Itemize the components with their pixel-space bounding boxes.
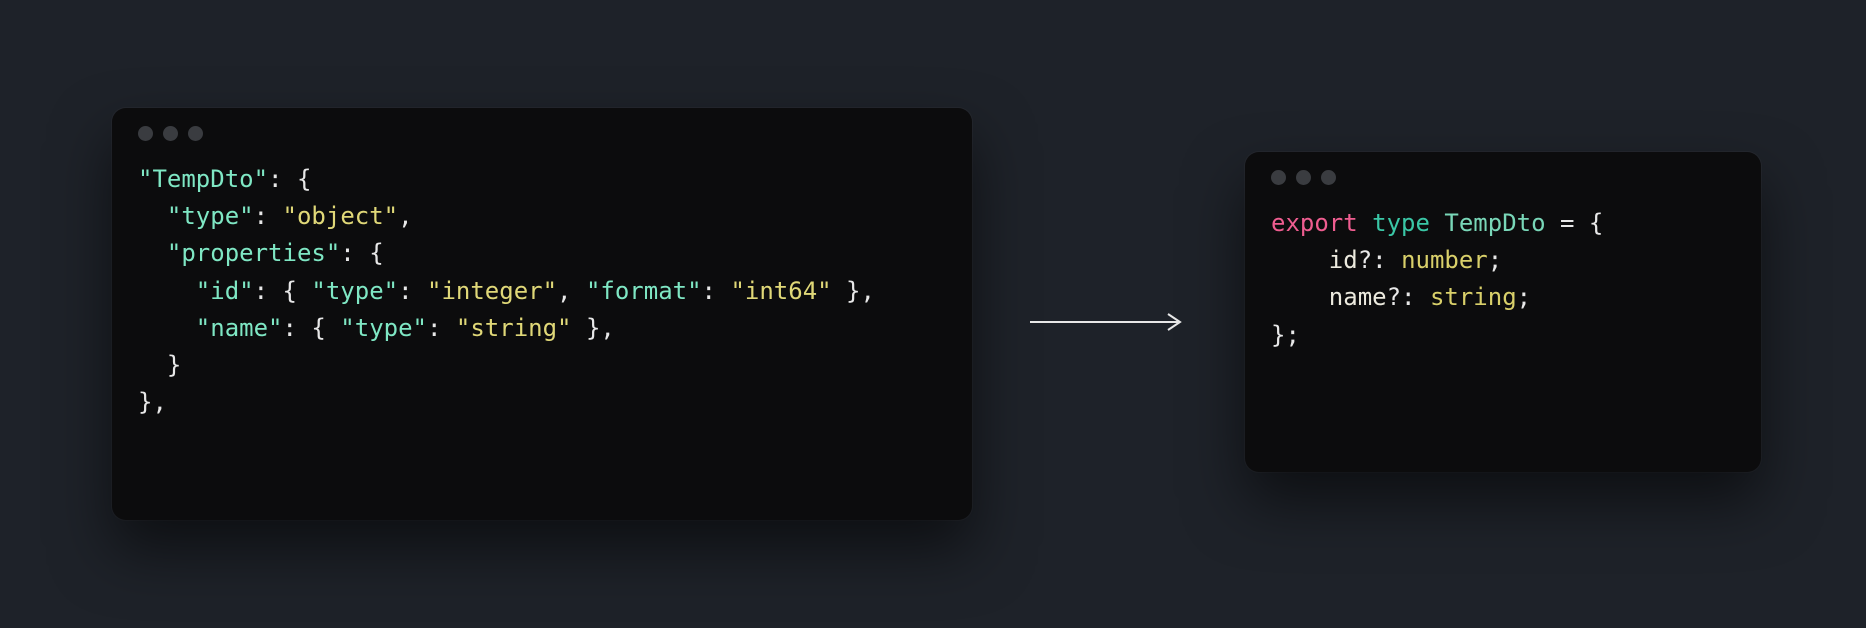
code-window-json: "TempDto": { "type": "object", "properti… xyxy=(112,108,972,520)
code-token xyxy=(138,202,167,230)
code-token: "properties" xyxy=(167,239,340,267)
code-token xyxy=(1430,209,1444,237)
code-token: "id" xyxy=(196,277,254,305)
code-token: "string" xyxy=(456,314,572,342)
code-token xyxy=(138,314,196,342)
canvas: "TempDto": { "type": "object", "properti… xyxy=(0,0,1866,628)
traffic-dot-icon xyxy=(138,126,153,141)
code-token: }; xyxy=(1271,321,1300,349)
code-token xyxy=(138,277,196,305)
code-token: : { xyxy=(254,277,312,305)
code-token xyxy=(1271,283,1329,311)
window-traffic-lights xyxy=(138,126,946,141)
traffic-dot-icon xyxy=(1296,170,1311,185)
code-token: number xyxy=(1401,246,1488,274)
code-block-json: "TempDto": { "type": "object", "properti… xyxy=(138,161,946,421)
code-token: "name" xyxy=(196,314,283,342)
code-token: : { xyxy=(283,314,341,342)
code-token: , xyxy=(557,277,586,305)
code-token: id xyxy=(1329,246,1358,274)
code-token: "object" xyxy=(283,202,399,230)
code-token xyxy=(1271,246,1329,274)
code-token: }, xyxy=(832,277,875,305)
code-token: : xyxy=(427,314,456,342)
code-token: ; xyxy=(1488,246,1502,274)
code-token: : { xyxy=(268,165,311,193)
traffic-dot-icon xyxy=(1271,170,1286,185)
code-token: = { xyxy=(1546,209,1604,237)
code-token: export xyxy=(1271,209,1358,237)
code-token: , xyxy=(398,202,412,230)
code-token xyxy=(138,239,167,267)
code-token: }, xyxy=(138,388,167,416)
code-token: "type" xyxy=(340,314,427,342)
code-token xyxy=(1358,209,1372,237)
code-window-typescript: export type TempDto = { id?: number; nam… xyxy=(1245,152,1761,472)
code-token: "TempDto" xyxy=(138,165,268,193)
code-token: name xyxy=(1329,283,1387,311)
code-token: ; xyxy=(1517,283,1531,311)
code-token: }, xyxy=(572,314,615,342)
code-token: ?: xyxy=(1358,246,1401,274)
code-block-typescript: export type TempDto = { id?: number; nam… xyxy=(1271,205,1735,354)
code-token: string xyxy=(1430,283,1517,311)
code-token: "type" xyxy=(311,277,398,305)
code-token: TempDto xyxy=(1444,209,1545,237)
traffic-dot-icon xyxy=(188,126,203,141)
code-token: } xyxy=(138,351,181,379)
traffic-dot-icon xyxy=(1321,170,1336,185)
code-token: "integer" xyxy=(427,277,557,305)
code-token: : xyxy=(254,202,283,230)
code-token: : xyxy=(702,277,731,305)
traffic-dot-icon xyxy=(163,126,178,141)
code-token: ?: xyxy=(1387,283,1430,311)
code-token: : { xyxy=(340,239,383,267)
window-traffic-lights xyxy=(1271,170,1735,185)
code-token: "format" xyxy=(586,277,702,305)
code-token: : xyxy=(398,277,427,305)
code-token: type xyxy=(1372,209,1430,237)
code-token: "int64" xyxy=(730,277,831,305)
arrow-icon xyxy=(1030,312,1190,332)
code-token: "type" xyxy=(167,202,254,230)
